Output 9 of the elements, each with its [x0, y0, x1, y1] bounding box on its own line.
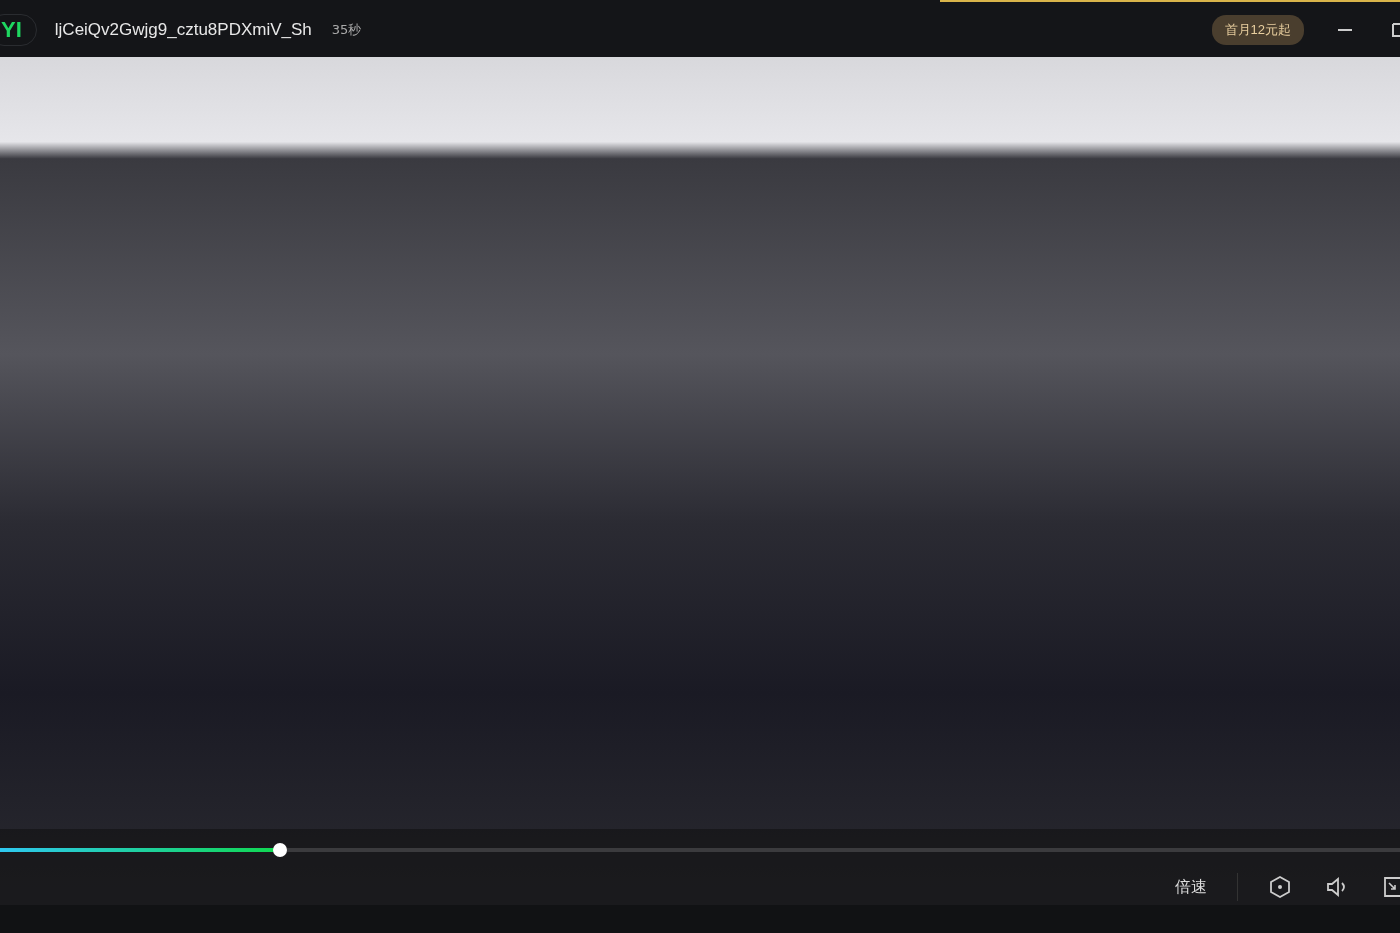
- speed-button[interactable]: 倍速: [1175, 876, 1207, 898]
- picture-in-picture-icon[interactable]: [1384, 877, 1400, 897]
- maximize-icon[interactable]: [1392, 22, 1400, 37]
- progress-thumb[interactable]: [273, 843, 287, 857]
- hexagon-icon[interactable]: [1270, 876, 1290, 898]
- video-duration: 35秒: [331, 20, 362, 39]
- promo-badge[interactable]: 首月12元起: [1211, 14, 1304, 45]
- video-title: ljCeiQv2Gwjg9_cztu8PDXmiV_Sh: [54, 19, 312, 40]
- minimize-icon[interactable]: [1338, 28, 1352, 31]
